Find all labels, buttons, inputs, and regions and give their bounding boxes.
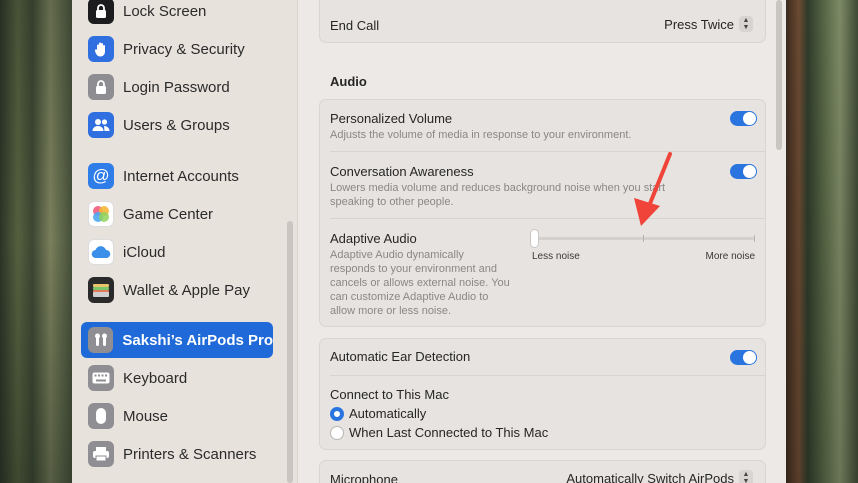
sidebar-item-label: Printers & Scanners [123, 445, 257, 463]
sidebar-item-internet-accounts[interactable]: @ Internet Accounts [81, 158, 273, 194]
sidebar-item-wallet[interactable]: Wallet & Apple Pay [81, 272, 273, 308]
ear-detection-card: Automatic Ear Detection Connect to This … [319, 338, 766, 450]
sidebar-item-label: Wallet & Apple Pay [123, 281, 251, 299]
end-call-value: Press Twice [664, 16, 734, 32]
divider [330, 151, 765, 152]
sidebar-item-label: Users & Groups [123, 116, 230, 134]
sidebar-item-label: Mouse [123, 407, 169, 425]
connect-label: Connect to This Mac [330, 387, 449, 402]
game-center-icon [88, 201, 114, 227]
hand-icon [88, 36, 114, 62]
sidebar-item-label: iCloud [123, 243, 166, 261]
personalized-volume-desc: Adjusts the volume of media in response … [330, 129, 632, 141]
sidebar-item-label: Internet Accounts [123, 167, 239, 185]
slider-tick [643, 235, 644, 242]
radio-automatically[interactable] [330, 407, 344, 421]
microphone-value: Automatically Switch AirPods [566, 470, 734, 483]
wallet-icon [88, 277, 114, 303]
keyboard-icon [88, 365, 114, 391]
users-icon [88, 112, 114, 138]
annotation-arrow-icon [634, 152, 672, 226]
lock-icon [88, 74, 114, 100]
radio-last-connected[interactable] [330, 426, 344, 440]
conversation-awareness-toggle[interactable] [730, 164, 757, 179]
mouse-icon [88, 403, 114, 429]
chevron-up-down-icon: ▲ ▼ [739, 470, 753, 483]
adaptive-audio-label: Adaptive Audio [330, 231, 417, 246]
adaptive-audio-slider-track[interactable] [533, 237, 755, 240]
main-content: End Call Press Twice ▲ ▼ Audio Personaliz… [298, 0, 786, 483]
ear-detection-label: Automatic Ear Detection [330, 349, 471, 364]
end-call-popup[interactable]: Press Twice ▲ ▼ [664, 16, 753, 32]
sidebar-item-game-center[interactable]: Game Center [81, 196, 273, 232]
sidebar-item-login-password[interactable]: Login Password [81, 69, 273, 105]
desktop-wallpaper-left [0, 0, 72, 483]
at-icon: @ [88, 163, 114, 189]
radio-automatically-label: Automatically [349, 406, 427, 421]
sidebar-item-users-groups[interactable]: Users & Groups [81, 107, 273, 143]
personalized-volume-label: Personalized Volume [330, 111, 453, 126]
slider-max-label: More noise [705, 251, 755, 262]
radio-last-connected-label: When Last Connected to This Mac [349, 425, 549, 440]
sidebar-item-mouse[interactable]: Mouse [81, 398, 273, 434]
system-settings-window: Lock Screen Privacy & Security Login Pas… [72, 0, 786, 483]
sidebar-item-keyboard[interactable]: Keyboard [81, 360, 273, 396]
conversation-awareness-desc-2: speaking to other people. [330, 196, 454, 208]
microphone-label: Microphone [330, 472, 398, 483]
slider-tick [754, 235, 755, 242]
adaptive-audio-desc: Adaptive Audio dynamically [330, 249, 464, 261]
sidebar-item-printers[interactable]: Printers & Scanners [81, 436, 273, 472]
divider [330, 375, 765, 376]
sidebar-item-label: Game Center [123, 205, 214, 223]
sidebar-item-label: Privacy & Security [123, 40, 245, 58]
adaptive-audio-desc: responds to your environment and [330, 263, 497, 275]
cloud-icon [88, 239, 114, 265]
sidebar-item-icloud[interactable]: iCloud [81, 234, 273, 270]
airpods-icon [88, 327, 114, 353]
sidebar-item-airpods[interactable]: Sakshi’s AirPods Pro [81, 322, 273, 358]
adaptive-audio-slider-knob[interactable] [530, 229, 539, 248]
sidebar-item-label: Sakshi’s AirPods Pro [122, 331, 273, 349]
desktop-wallpaper-right [786, 0, 858, 483]
microphone-card: Microphone Automatically Switch AirPods … [319, 460, 766, 483]
microphone-popup[interactable]: Automatically Switch AirPods ▲ ▼ [566, 470, 753, 483]
sidebar: Lock Screen Privacy & Security Login Pas… [72, 0, 298, 483]
adaptive-audio-desc: allow more or less noise. [330, 305, 452, 317]
printer-icon [88, 441, 114, 467]
lock-icon [88, 0, 114, 24]
conversation-awareness-label: Conversation Awareness [330, 164, 474, 179]
sidebar-item-label: Login Password [123, 78, 230, 96]
end-call-label: End Call [330, 18, 380, 33]
adaptive-audio-desc: can customize Adaptive Audio to [330, 291, 489, 303]
sidebar-scrollbar[interactable] [287, 221, 293, 483]
adaptive-audio-desc: cancels or allows external noise. You [330, 277, 510, 289]
personalized-volume-toggle[interactable] [730, 111, 757, 126]
sidebar-item-label: Keyboard [123, 369, 188, 387]
audio-section-title: Audio [330, 74, 367, 89]
main-scrollbar[interactable] [776, 0, 782, 150]
end-call-card: End Call Press Twice ▲ ▼ [319, 0, 766, 43]
ear-detection-toggle[interactable] [730, 350, 757, 365]
audio-card: Personalized Volume Adjusts the volume o… [319, 99, 766, 327]
sidebar-item-lock-screen[interactable]: Lock Screen [81, 0, 273, 29]
sidebar-item-label: Lock Screen [123, 2, 207, 20]
slider-min-label: Less noise [532, 251, 580, 262]
divider [330, 218, 765, 219]
chevron-up-down-icon: ▲ ▼ [739, 16, 753, 32]
sidebar-item-privacy-security[interactable]: Privacy & Security [81, 31, 273, 67]
conversation-awareness-desc: Lowers media volume and reduces backgrou… [330, 182, 666, 194]
